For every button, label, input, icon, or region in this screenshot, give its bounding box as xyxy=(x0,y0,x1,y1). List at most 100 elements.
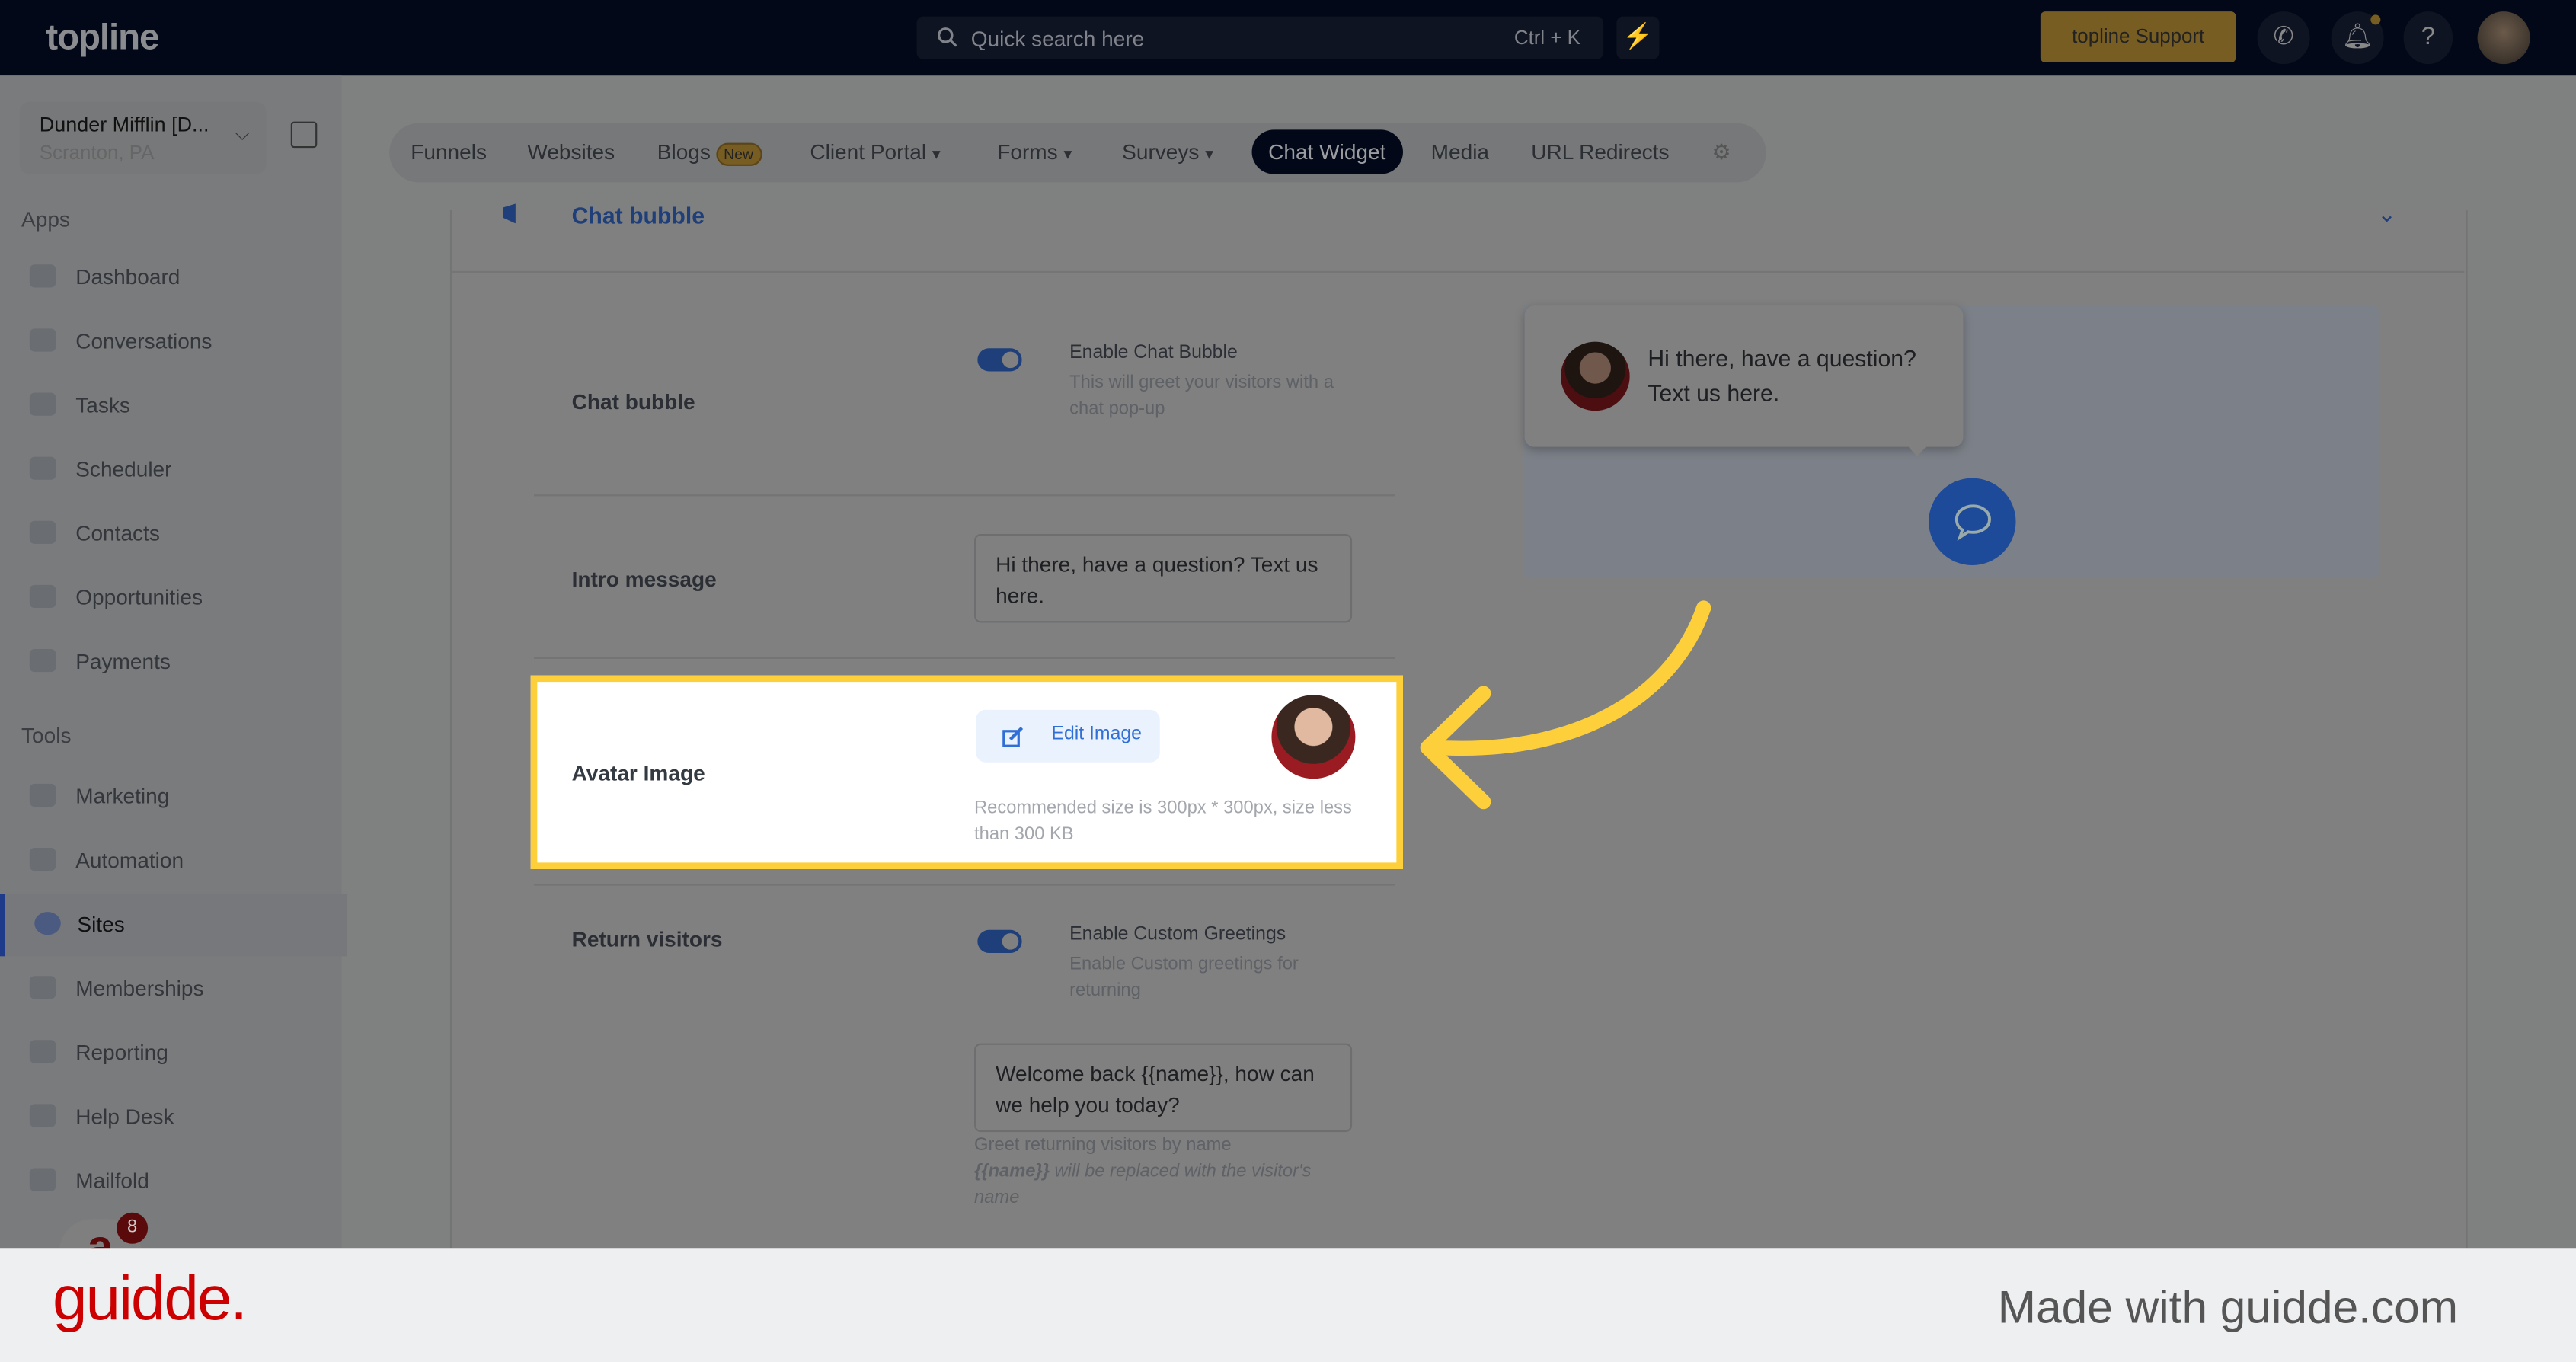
edit-icon xyxy=(1002,726,1024,747)
chat-bubble-toggle[interactable] xyxy=(977,348,1022,372)
return-greeting-hint: Greet returning visitors by name {{name}}… xyxy=(974,1132,1360,1211)
return-greeting-input[interactable]: Welcome back {{name}}, how can we help y… xyxy=(974,1043,1353,1133)
user-avatar[interactable] xyxy=(2477,11,2530,65)
scheduler-icon xyxy=(29,456,56,480)
sidebar-item-label: Payments xyxy=(75,648,171,674)
sidebar-item-label: Dashboard xyxy=(75,264,181,289)
sidebar-item-automation[interactable]: Automation xyxy=(0,830,342,892)
logo[interactable]: topline xyxy=(46,17,159,59)
bolt-icon[interactable]: ⚡ xyxy=(1616,16,1660,59)
account-name: Dunder Mifflin [D... xyxy=(39,113,209,137)
intro-message-input[interactable]: Hi there, have a question? Text us here. xyxy=(974,533,1353,623)
chat-icon xyxy=(1954,504,1991,542)
chat-bubble-label: Chat bubble xyxy=(571,389,695,414)
guidde-logo: guidde. xyxy=(53,1264,248,1335)
sidebar-item-mailfold[interactable]: Mailfold xyxy=(0,1150,342,1213)
tab-media[interactable]: Media xyxy=(1431,139,1489,164)
tasks-icon xyxy=(29,392,56,416)
chat-launcher-button xyxy=(1929,478,2016,565)
sidebar-item-label: Mailfold xyxy=(75,1168,149,1193)
tab-label: Blogs xyxy=(657,139,711,165)
preview-avatar xyxy=(1561,341,1630,411)
tab-label: URL Redirects xyxy=(1531,139,1670,165)
contacts-icon xyxy=(29,520,56,544)
tab-blogs[interactable]: Blogs New xyxy=(657,139,762,166)
sidebar-item-conversations[interactable]: Conversations xyxy=(0,311,342,373)
sidebar-item-label: Conversations xyxy=(75,328,213,353)
search-input[interactable]: Quick search here Ctrl + K xyxy=(916,16,1604,59)
support-button[interactable]: topline Support xyxy=(2040,11,2236,62)
made-with-text: Made with guidde.com xyxy=(1997,1281,2459,1333)
sidebar-item-label: Scheduler xyxy=(75,456,172,481)
chat-bubble-desc: This will greet your visitors with a cha… xyxy=(1069,372,1334,420)
sidebar-item-label: Opportunities xyxy=(75,584,203,610)
phone-icon[interactable]: ✆ xyxy=(2257,11,2310,65)
search-placeholder: Quick search here xyxy=(970,26,1145,51)
sidebar-item-help-desk[interactable]: Help Desk xyxy=(0,1086,342,1149)
edit-image-label: Edit Image xyxy=(1051,724,1143,745)
sidebar-toggle-icon[interactable] xyxy=(290,121,318,149)
tab-label: Media xyxy=(1430,139,1490,165)
tab-surveys[interactable]: Surveys ▾ xyxy=(1122,139,1213,164)
section-header[interactable] xyxy=(449,210,2465,273)
divider xyxy=(533,494,1395,497)
chevron-down-icon: ▾ xyxy=(1205,145,1214,165)
bubble-tail xyxy=(1905,443,1929,457)
chevron-down-icon: ▾ xyxy=(1063,145,1072,165)
tab-websites[interactable]: Websites xyxy=(527,139,615,164)
account-switcher[interactable]: Dunder Mifflin [D... Scranton, PA ⌵ xyxy=(19,101,267,174)
tab-label: Client Portal xyxy=(810,139,927,165)
chevron-down-icon: ▾ xyxy=(932,145,941,165)
sidebar-item-label: Reporting xyxy=(75,1040,168,1065)
edit-image-button[interactable]: Edit Image xyxy=(976,709,1160,763)
sites-icon xyxy=(34,912,61,935)
sidebar-item-sites[interactable]: Sites xyxy=(0,894,347,957)
preview-message: Hi there, have a question? Text us here. xyxy=(1648,344,1916,406)
hint-variable: {{name}} xyxy=(974,1161,1050,1181)
chevron-down-icon[interactable]: ⌄ xyxy=(2377,200,2396,229)
tab-label: Surveys xyxy=(1122,139,1200,165)
sidebar-item-dashboard[interactable]: Dashboard xyxy=(0,247,342,309)
sidebar-item-opportunities[interactable]: Opportunities xyxy=(0,567,342,629)
sidebar-item-reporting[interactable]: Reporting xyxy=(0,1022,342,1085)
sidebar-item-label: Contacts xyxy=(75,520,160,546)
avatar-hint: Recommended size is 300px * 300px, size … xyxy=(974,798,1352,845)
dashboard-icon xyxy=(29,264,56,288)
screen: topline Quick search here Ctrl + K ⚡ top… xyxy=(0,0,2576,1362)
chat-bubble-option: Enable Chat Bubble xyxy=(1069,343,1238,363)
custom-greetings-toggle[interactable] xyxy=(977,929,1022,953)
sidebar-item-contacts[interactable]: Contacts xyxy=(0,503,342,565)
sidebar-item-label: Tasks xyxy=(75,392,130,417)
hint-text: Greet returning visitors by name xyxy=(974,1135,1232,1156)
tools-heading: Tools xyxy=(21,723,72,748)
divider xyxy=(533,884,1395,886)
chevron-down-icon: ⌵ xyxy=(235,121,250,145)
mailfold-icon xyxy=(29,1168,56,1191)
gear-icon[interactable]: ⚙ xyxy=(1711,139,1731,166)
tab-label: Websites xyxy=(527,139,615,165)
sidebar-item-tasks[interactable]: Tasks xyxy=(0,375,342,437)
opportunities-icon xyxy=(29,584,56,609)
tab-client-portal[interactable]: Client Portal ▾ xyxy=(810,139,940,164)
sidebar-item-label: Marketing xyxy=(75,783,170,809)
sidebar-item-memberships[interactable]: Memberships xyxy=(0,958,342,1020)
new-badge: New xyxy=(715,142,762,166)
sidebar-item-marketing[interactable]: Marketing xyxy=(0,766,342,828)
avatar-preview xyxy=(1271,695,1356,779)
tab-funnels[interactable]: Funnels xyxy=(411,139,487,164)
tab-chat-widget[interactable]: Chat Widget xyxy=(1251,129,1403,174)
sidebar-item-payments[interactable]: Payments xyxy=(0,631,342,693)
tab-label: Chat Widget xyxy=(1268,139,1386,165)
sidebar-item-label: Help Desk xyxy=(75,1104,174,1129)
tab-forms[interactable]: Forms ▾ xyxy=(997,139,1072,164)
tab-url-redirects[interactable]: URL Redirects xyxy=(1531,139,1669,164)
search-shortcut: Ctrl + K xyxy=(1513,26,1580,50)
section-title: Chat bubble xyxy=(571,202,705,229)
sidebar-item-scheduler[interactable]: Scheduler xyxy=(0,439,342,501)
help-icon[interactable]: ? xyxy=(2403,11,2453,65)
apps-heading: Apps xyxy=(21,206,70,232)
custom-greetings-option: Enable Custom Greetings xyxy=(1069,925,1286,945)
sites-tabs: Funnels Websites Blogs New Client Portal ▾ Fo… xyxy=(389,123,1766,183)
reporting-icon xyxy=(29,1040,56,1063)
tab-label: Forms xyxy=(997,139,1058,165)
